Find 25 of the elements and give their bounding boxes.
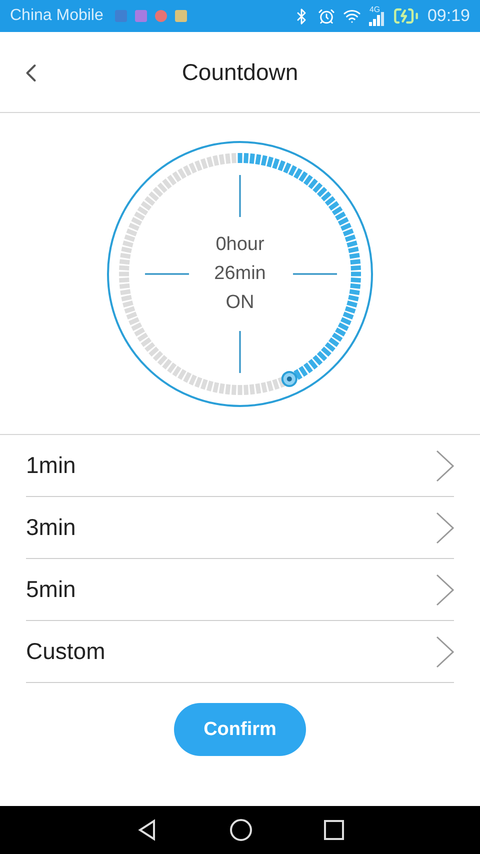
carrier-name: China Mobile [10, 7, 104, 25]
clock-time: 09:19 [427, 6, 470, 26]
option-row[interactable]: 1min [26, 435, 454, 497]
notification-icon [135, 10, 148, 22]
recents-icon[interactable] [323, 819, 345, 841]
notification-icon [115, 10, 128, 22]
chevron-icon [436, 450, 454, 482]
network-type: 4G [369, 5, 380, 14]
option-row[interactable]: 3min [26, 497, 454, 559]
timer-state: ON [226, 291, 254, 315]
hours-value: 0hour [216, 233, 264, 257]
chevron-icon [436, 512, 454, 544]
notification-icon [155, 10, 168, 22]
page-title: Countdown [182, 58, 298, 86]
option-row[interactable]: 5min [26, 559, 454, 621]
option-row[interactable]: Custom [26, 621, 454, 683]
slider-handle[interactable] [281, 370, 298, 386]
chevron-icon [436, 636, 454, 668]
notification-icon [175, 10, 188, 22]
wifi-icon [343, 7, 362, 25]
chevron-icon [436, 574, 454, 606]
signal-icon [369, 12, 386, 26]
home-icon[interactable] [229, 818, 253, 842]
minutes-value: 26min [214, 262, 266, 286]
alarm-icon [318, 8, 336, 24]
